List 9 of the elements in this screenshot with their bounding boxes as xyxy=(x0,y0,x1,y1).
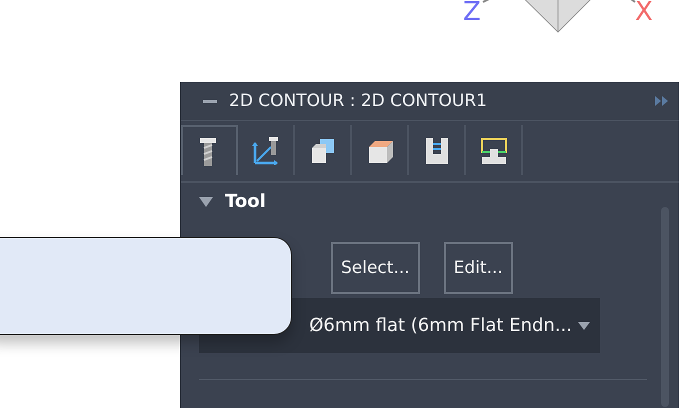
caret-icon xyxy=(578,322,590,330)
collapse-triangle-icon xyxy=(199,196,213,206)
view-cube-drawing[interactable]: Z X xyxy=(455,0,685,50)
tool-button[interactable]: Select... xyxy=(331,242,420,294)
panel-tab[interactable] xyxy=(181,125,238,175)
section-header[interactable]: Tool xyxy=(199,191,266,212)
panel-title: 2D CONTOUR : 2D CONTOUR1 xyxy=(229,91,488,111)
tool-button[interactable]: Edit... xyxy=(444,242,513,294)
minimize-icon[interactable] xyxy=(203,100,217,102)
